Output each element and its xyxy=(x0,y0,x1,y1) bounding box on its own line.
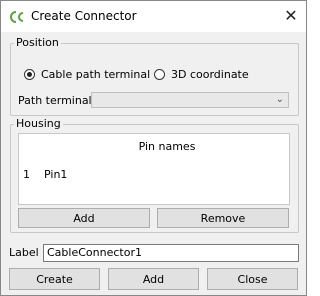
close-button[interactable]: Close xyxy=(207,268,298,290)
position-group: Position Cable path terminal 3D coordina… xyxy=(10,36,299,116)
pin-names-table[interactable]: Pin names 1 Pin1 xyxy=(18,133,290,205)
label-field-label: Label xyxy=(9,246,39,259)
create-button[interactable]: Create xyxy=(9,268,100,290)
pin-name-cell[interactable]: Pin1 xyxy=(44,168,67,181)
table-row[interactable]: 1 Pin1 xyxy=(19,160,289,188)
create-connector-dialog: Create Connector ✕ Position Cable path t… xyxy=(0,0,307,296)
pin-names-header[interactable]: Pin names xyxy=(43,140,291,153)
label-input[interactable]: CableConnector1 xyxy=(43,244,299,262)
window-title: Create Connector xyxy=(31,9,137,23)
remove-pin-button[interactable]: Remove xyxy=(157,208,289,228)
app-logo-icon xyxy=(10,11,24,23)
close-window-button[interactable]: ✕ xyxy=(281,6,301,26)
housing-legend: Housing xyxy=(14,117,63,130)
chevron-down-icon: ⌄ xyxy=(275,94,284,105)
add-pin-button[interactable]: Add xyxy=(18,208,150,228)
radio-unchecked-icon xyxy=(154,69,165,80)
housing-group: Housing Pin names 1 Pin1 Add Remove xyxy=(10,117,299,233)
title-bar: Create Connector ✕ xyxy=(1,1,306,32)
cable-path-terminal-radio[interactable]: Cable path terminal xyxy=(24,68,150,81)
position-legend: Position xyxy=(14,36,61,49)
3d-coordinate-label: 3D coordinate xyxy=(171,68,249,81)
path-terminal-select[interactable]: ⌄ xyxy=(91,92,289,108)
cable-path-terminal-label: Cable path terminal xyxy=(41,68,151,81)
path-terminal-label: Path terminal xyxy=(18,94,92,107)
add-button[interactable]: Add xyxy=(108,268,199,290)
radio-checked-icon xyxy=(24,69,35,80)
3d-coordinate-radio[interactable]: 3D coordinate xyxy=(154,68,249,81)
row-number: 1 xyxy=(23,168,30,181)
